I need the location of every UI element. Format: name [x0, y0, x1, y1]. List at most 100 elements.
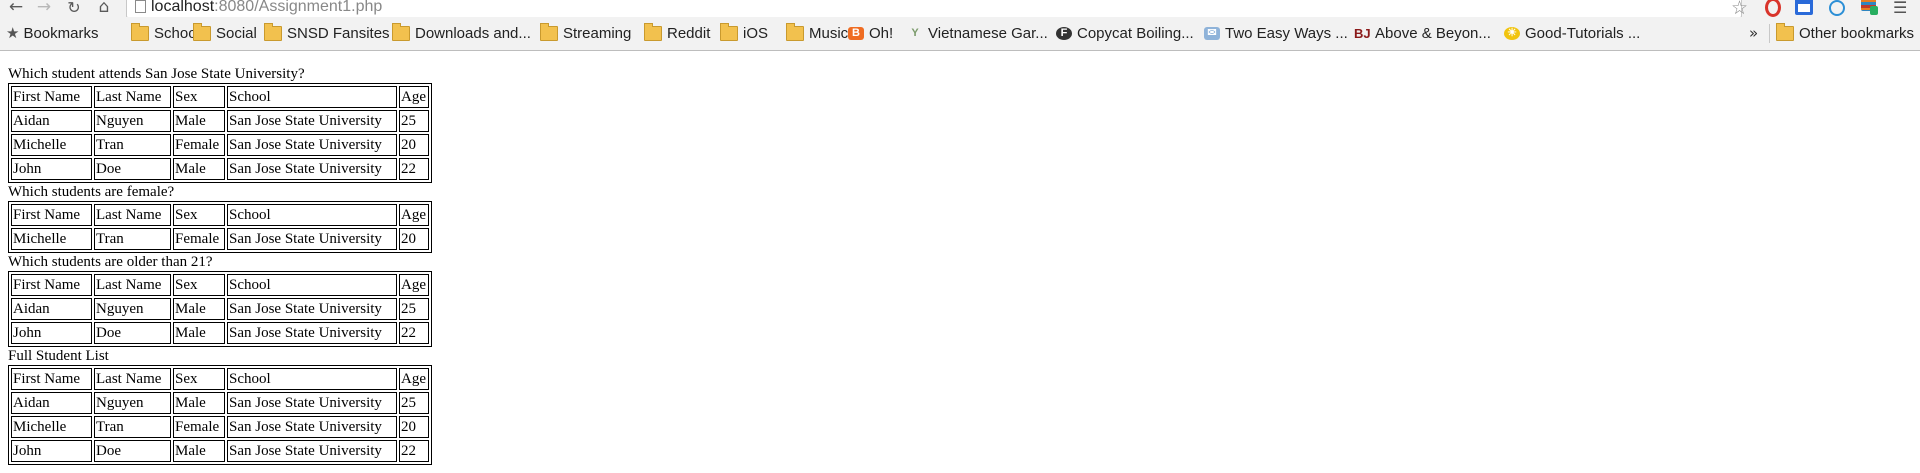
cell-last-name: Doe [94, 440, 171, 462]
url-text[interactable]: localhost:8080/Assignment1.php [151, 0, 382, 15]
header-age: Age [399, 274, 429, 296]
question-heading: Which students are older than 21? [8, 254, 213, 270]
folder-icon [264, 23, 282, 41]
folder-icon [131, 23, 149, 41]
cell-last-name: Nguyen [94, 392, 171, 414]
bookmark-item[interactable]: Y Vietnamese Gar... [907, 17, 1048, 50]
bookmark-item[interactable]: ✉ Two Easy Ways ... [1204, 17, 1348, 50]
bookmark-item[interactable]: Social [193, 17, 257, 50]
bookmark-label: Music [809, 25, 849, 42]
header-first-name: First Name [11, 274, 92, 296]
bookmark-label: SNSD Fansites [287, 25, 390, 42]
bookmark-item[interactable]: Downloads and... [392, 17, 531, 50]
cell-sex: Male [173, 392, 225, 414]
address-bar[interactable]: localhost:8080/Assignment1.php [126, 0, 1742, 18]
cell-last-name: Tran [94, 228, 171, 250]
bookmark-item[interactable]: ☀ Good-Tutorials ... [1504, 17, 1640, 50]
folder-icon [786, 23, 804, 41]
database-extension-icon[interactable] [1860, 0, 1878, 15]
table-row: John Doe Male San Jose State University 22 [11, 158, 429, 180]
bookmark-label: Two Easy Ways ... [1225, 25, 1348, 42]
table-row: Michelle Tran Female San Jose State Univers… [11, 134, 429, 156]
folder-icon [193, 23, 211, 41]
cell-last-name: Nguyen [94, 110, 171, 132]
leaf-icon: Y [911, 27, 919, 39]
bookmark-item[interactable]: iOS [720, 17, 768, 50]
cell-age: 22 [399, 158, 429, 180]
bookmark-label: Above & Beyon... [1375, 25, 1491, 42]
header-school: School [227, 204, 397, 226]
question-heading: Full Student List [8, 348, 109, 364]
cell-first-name: Michelle [11, 228, 92, 250]
table-header-row: First Name Last Name Sex School Age [11, 204, 429, 226]
network-extension-icon[interactable] [1827, 0, 1845, 16]
header-school: School [227, 368, 397, 390]
bookmark-item[interactable]: Music [786, 17, 848, 50]
table-row: Aidan Nguyen Male San Jose State University… [11, 392, 429, 414]
cell-age: 22 [399, 322, 429, 344]
cell-school: San Jose State University [227, 416, 397, 438]
table-header-row: First Name Last Name Sex School Age [11, 368, 429, 390]
cell-sex: Female [173, 228, 225, 250]
bookmark-label: Oh! [869, 25, 894, 42]
cell-age: 20 [399, 134, 429, 156]
cell-first-name: Aidan [11, 298, 92, 320]
cell-sex: Male [173, 110, 225, 132]
bookmark-item[interactable]: School [131, 17, 200, 50]
other-bookmarks-label: Other bookmarks [1799, 25, 1915, 42]
cell-sex: Female [173, 416, 225, 438]
mail-icon: ✉ [1204, 27, 1220, 40]
header-first-name: First Name [11, 204, 92, 226]
cell-school: San Jose State University [227, 322, 397, 344]
forward-arrow-icon[interactable]: → [34, 0, 54, 17]
other-bookmarks[interactable]: Other bookmarks [1776, 17, 1914, 50]
cell-sex: Female [173, 134, 225, 156]
cell-first-name: John [11, 440, 92, 462]
home-icon[interactable]: ⌂ [94, 0, 114, 17]
header-last-name: Last Name [94, 274, 171, 296]
bookmark-label: Downloads and... [415, 25, 531, 42]
reload-icon[interactable]: ↻ [64, 0, 84, 17]
table-header-row: First Name Last Name Sex School Age [11, 274, 429, 296]
cell-first-name: John [11, 322, 92, 344]
menu-icon[interactable]: ☰ [1893, 0, 1907, 17]
table-row: Michelle Tran Female San Jose State Univers… [11, 228, 429, 250]
window-extension-icon[interactable] [1795, 0, 1813, 15]
cell-sex: Male [173, 158, 225, 180]
cell-school: San Jose State University [227, 110, 397, 132]
blogger-icon: B [848, 27, 864, 40]
cell-age: 22 [399, 440, 429, 462]
bookmark-item[interactable]: F Copycat Boiling... [1056, 17, 1194, 50]
bookmark-item[interactable]: Streaming [540, 17, 631, 50]
cell-school: San Jose State University [227, 440, 397, 462]
header-last-name: Last Name [94, 204, 171, 226]
cell-school: San Jose State University [227, 298, 397, 320]
header-school: School [227, 274, 397, 296]
header-school: School [227, 86, 397, 108]
cell-first-name: Aidan [11, 110, 92, 132]
bookmark-label: iOS [743, 25, 769, 42]
header-last-name: Last Name [94, 86, 171, 108]
cell-last-name: Doe [94, 322, 171, 344]
folder-icon [540, 23, 558, 41]
bookmark-item[interactable]: SNSD Fansites [264, 17, 390, 50]
cell-last-name: Doe [94, 158, 171, 180]
table-row: Michelle Tran Female San Jose State Univers… [11, 416, 429, 438]
opera-extension-icon[interactable] [1763, 0, 1781, 17]
back-arrow-icon[interactable]: ← [6, 0, 26, 17]
bookmarks-label: Bookmarks [23, 25, 99, 42]
bookmark-item[interactable]: B Oh! [848, 17, 893, 50]
bookmark-label: Vietnamese Gar... [928, 25, 1048, 42]
bookmark-item[interactable]: BJ Above & Beyon... [1354, 17, 1491, 50]
cell-school: San Jose State University [227, 134, 397, 156]
url-host: localhost [151, 0, 215, 15]
bookmarks-overflow-chevron[interactable]: » [1749, 17, 1758, 50]
cell-school: San Jose State University [227, 158, 397, 180]
folder-icon [392, 23, 410, 41]
cell-age: 25 [399, 110, 429, 132]
cell-school: San Jose State University [227, 392, 397, 414]
bookmarks-menu[interactable]: ★ Bookmarks [6, 17, 98, 50]
f-icon: F [1056, 27, 1072, 40]
bookmark-item[interactable]: Reddit [644, 17, 710, 50]
bookmark-label: Reddit [667, 25, 711, 42]
